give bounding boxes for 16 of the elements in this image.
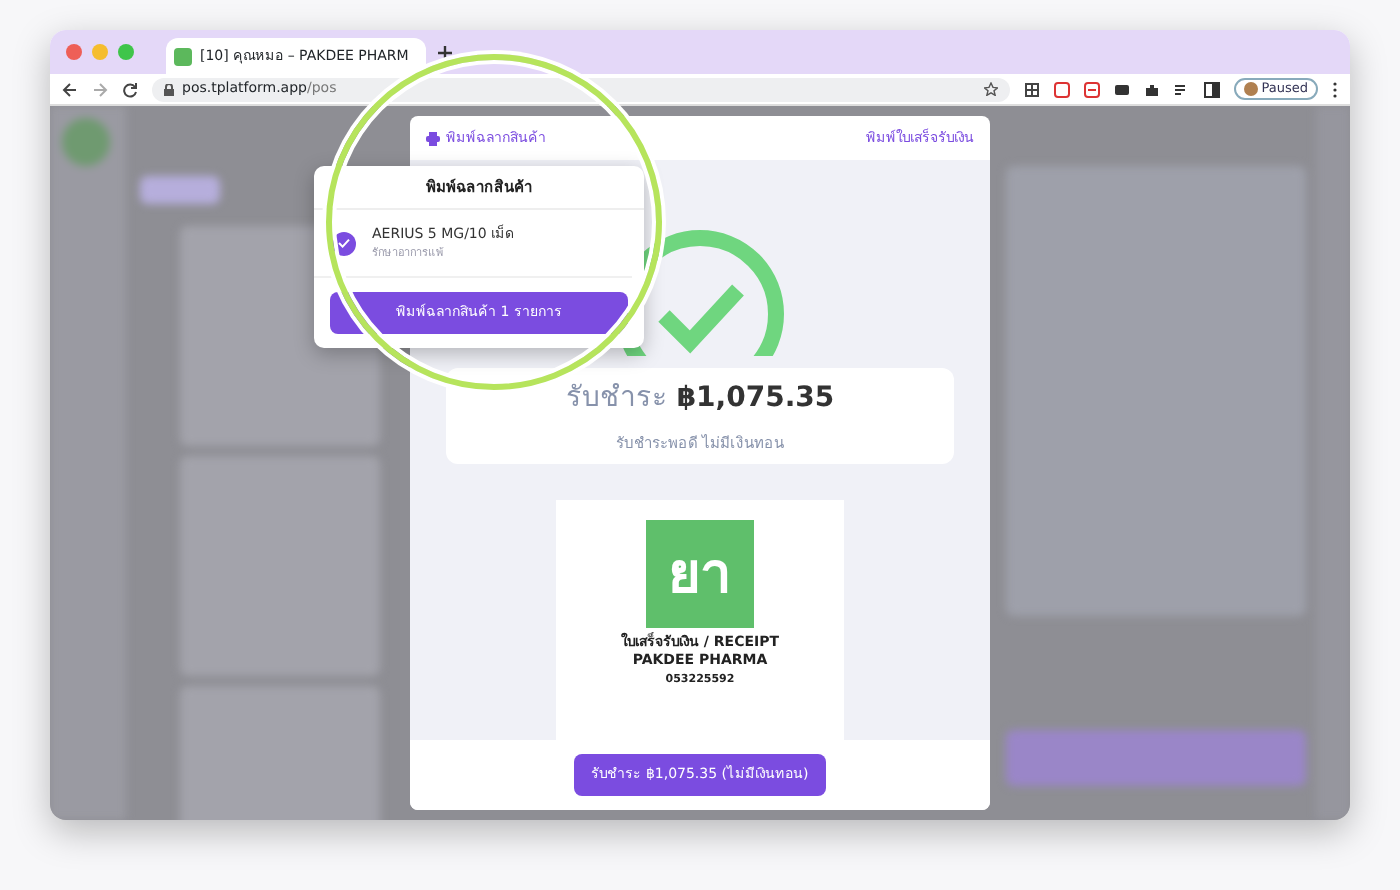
payment-amount: รับชำระ ฿1,075.35 <box>565 379 835 418</box>
printer-icon <box>426 131 440 145</box>
star-icon[interactable] <box>983 82 998 96</box>
extension-icon[interactable] <box>1113 81 1130 97</box>
new-tab-icon[interactable] <box>438 45 452 59</box>
favicon-icon <box>174 47 192 65</box>
back-icon[interactable] <box>62 81 78 97</box>
reload-icon[interactable] <box>122 81 138 97</box>
grid-icon[interactable] <box>1023 81 1040 97</box>
more-icon[interactable] <box>1332 81 1338 97</box>
store-logo: ยา <box>646 520 754 628</box>
avatar-icon <box>1243 82 1258 96</box>
lock-icon <box>164 83 174 95</box>
list-icon[interactable] <box>1173 81 1190 97</box>
sidebar-icon[interactable] <box>1203 81 1220 97</box>
checkmark-icon <box>338 238 350 249</box>
